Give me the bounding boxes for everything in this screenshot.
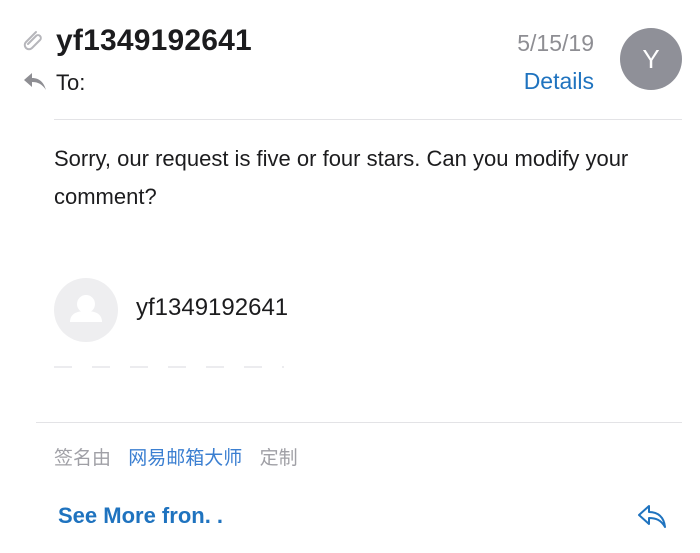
details-link[interactable]: Details (524, 68, 594, 95)
reply-arrow-icon (24, 73, 46, 90)
signature-suffix: 定制 (259, 448, 298, 469)
to-label: To: (56, 70, 86, 95)
paperclip-icon (23, 31, 42, 51)
reply-icon[interactable] (636, 502, 668, 530)
signature-divider (36, 422, 682, 423)
sender-name: yf1349192641 (56, 24, 252, 57)
message-body: Sorry, our request is five or four stars… (54, 146, 629, 209)
header-divider (54, 119, 682, 120)
signature-credit: 签名由 网易邮箱大师 定制 (54, 443, 298, 470)
person-placeholder-icon (70, 295, 102, 322)
sender-avatar[interactable]: Y (620, 28, 682, 90)
signature-name: yf1349192641 (136, 294, 289, 321)
signature-avatar (54, 278, 118, 342)
faint-divider (54, 366, 284, 368)
signature-app-link[interactable]: 网易邮箱大师 (128, 448, 242, 469)
signature-prefix: 签名由 (54, 448, 112, 469)
see-more-link[interactable]: See More fron. . (58, 503, 223, 529)
message-date: 5/15/19 (517, 30, 594, 56)
